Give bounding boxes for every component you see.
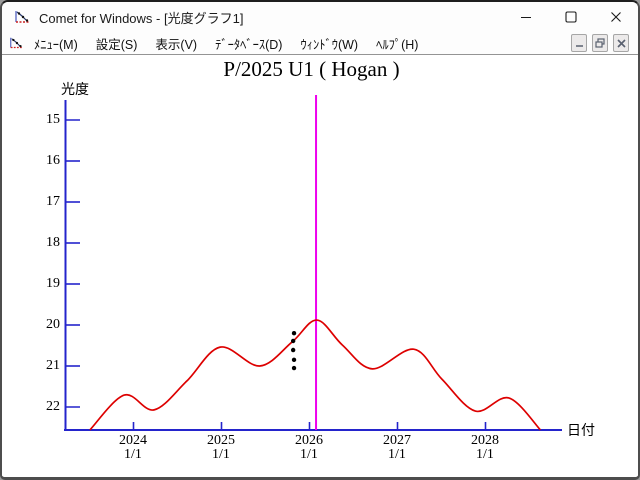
minimize-icon[interactable]: [503, 2, 548, 32]
chart-area: [2, 55, 638, 477]
menu-item-5[interactable]: ｳｨﾝﾄﾞｳ(W): [300, 34, 358, 53]
light-curve-chart-icon: [14, 9, 31, 26]
menu-bar: ﾒﾆｭｰ(M) 設定(S) 表示(V) ﾃﾞｰﾀﾍﾞｰｽ(D) ｳｨﾝﾄﾞｳ(W) ﾍﾙﾌ…: [2, 32, 638, 55]
menu-item-4[interactable]: ﾃﾞｰﾀﾍﾞｰｽ(D): [215, 34, 282, 53]
menu-item-2[interactable]: 設定(S): [96, 34, 138, 53]
menu-item-3[interactable]: 表示(V): [155, 34, 197, 53]
menu-item-6[interactable]: ﾍﾙﾌﾟ(H): [376, 34, 418, 53]
menu-items: ﾒﾆｭｰ(M) 設定(S) 表示(V) ﾃﾞｰﾀﾍﾞｰｽ(D) ｳｨﾝﾄﾞｳ(W) ﾍﾙﾌ…: [34, 34, 418, 53]
document-light-curve-icon[interactable]: [9, 36, 24, 51]
app-window: Comet for Windows - [光度グラフ1] ﾒﾆｭ: [0, 0, 640, 480]
window-controls: [503, 2, 638, 32]
window-title: Comet for Windows - [光度グラフ1]: [39, 8, 243, 27]
mdi-minimize-icon[interactable]: [571, 34, 587, 52]
title-bar: Comet for Windows - [光度グラフ1]: [2, 2, 638, 32]
mdi-close-icon[interactable]: [613, 34, 629, 52]
menu-item-1[interactable]: ﾒﾆｭｰ(M): [34, 34, 78, 53]
close-icon[interactable]: [593, 2, 638, 32]
mdi-restore-icon[interactable]: [592, 34, 608, 52]
maximize-icon[interactable]: [548, 2, 593, 32]
mdi-window-controls: [571, 34, 629, 52]
